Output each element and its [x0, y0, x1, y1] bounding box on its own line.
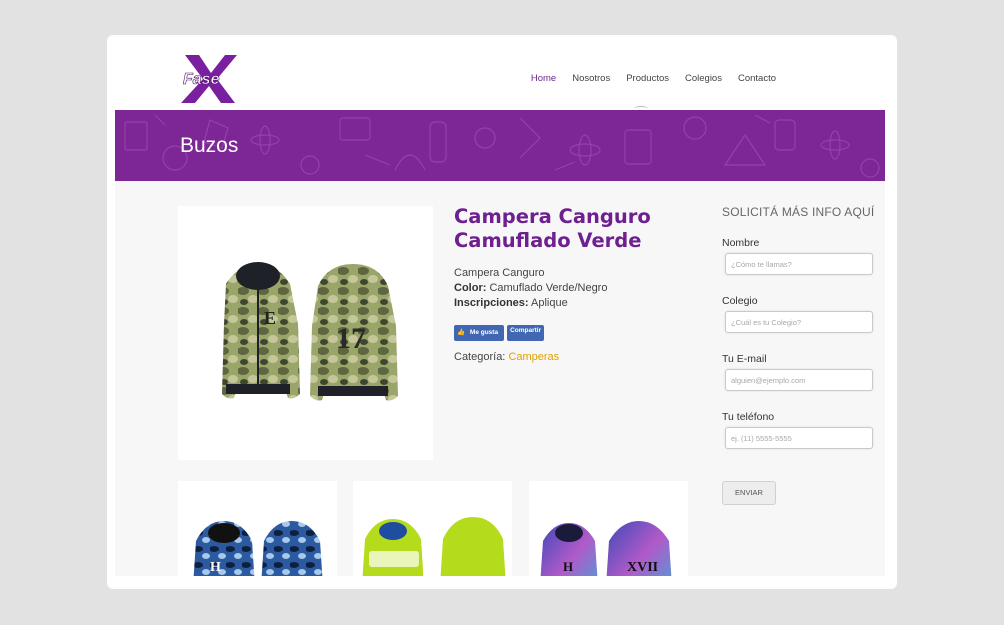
- product-thumbnail-galaxy[interactable]: H XVII: [529, 481, 688, 576]
- email-field[interactable]: [725, 369, 873, 391]
- product-description: Campera Canguro Color: Camuflado Verde/N…: [454, 266, 607, 311]
- nav-item-productos[interactable]: Productos: [626, 73, 669, 84]
- nav-item-colegios[interactable]: Colegios: [685, 73, 722, 84]
- send-button[interactable]: ENVIAR: [722, 481, 776, 505]
- page: Fase Home Nosotros Productos Colegios Co…: [115, 35, 885, 576]
- product-category: Categoría: Camperas: [454, 351, 559, 363]
- svg-text:E: E: [264, 308, 276, 328]
- blue-camo-hoodie-image: H: [193, 521, 323, 576]
- page-banner: Buzos: [115, 110, 885, 181]
- logo-text: Fase: [183, 71, 220, 88]
- site-header: Fase Home Nosotros Productos Colegios Co…: [115, 35, 885, 110]
- galaxy-hoodie-text: XVII: [627, 560, 658, 575]
- product-inscripciones: Inscripciones: Aplique: [454, 296, 607, 311]
- colegio-field[interactable]: [725, 311, 873, 333]
- nav-item-home[interactable]: Home: [531, 73, 556, 84]
- product-thumbnail-blue-camo[interactable]: H: [178, 481, 337, 576]
- product-type: Campera Canguro: [454, 267, 545, 279]
- inscripciones-label: Inscripciones:: [454, 297, 529, 309]
- inscripciones-value: Aplique: [531, 297, 568, 309]
- category-link[interactable]: Camperas: [508, 351, 559, 363]
- facebook-like-button[interactable]: 👍 Me gusta: [454, 325, 505, 341]
- product-thumbnail-lime[interactable]: [353, 481, 512, 576]
- nombre-field[interactable]: [725, 253, 873, 275]
- lime-hoodie-image: [362, 517, 506, 576]
- category-label: Categoría:: [454, 351, 506, 363]
- facebook-share-button[interactable]: Compartir: [507, 325, 545, 341]
- galaxy-hoodie-image: H XVII: [540, 521, 672, 576]
- page-title: Buzos: [180, 134, 239, 157]
- product-main-image[interactable]: E 17: [178, 206, 433, 460]
- svg-text:H: H: [210, 560, 221, 575]
- product-color: Color: Camuflado Verde/Negro: [454, 281, 607, 296]
- nav-item-nosotros[interactable]: Nosotros: [572, 73, 610, 84]
- nav-item-contacto[interactable]: Contacto: [738, 73, 776, 84]
- color-value: Camuflado Verde/Negro: [489, 282, 608, 294]
- form-heading: SOLICITÁ MÁS INFO AQUÍ: [722, 205, 875, 219]
- product-title: Campera Canguro Camuflado Verde: [454, 205, 651, 252]
- main-nav: Home Nosotros Productos Colegios Contact…: [531, 73, 776, 84]
- hoodie-number: 17: [336, 322, 366, 355]
- site-logo[interactable]: Fase: [181, 55, 237, 103]
- telefono-label: Tu teléfono: [722, 411, 775, 423]
- email-label: Tu E-mail: [722, 353, 767, 365]
- like-label: Me gusta: [466, 327, 502, 339]
- telefono-field[interactable]: [725, 427, 873, 449]
- svg-text:H: H: [563, 559, 573, 574]
- browser-frame: Fase Home Nosotros Productos Colegios Co…: [107, 35, 897, 589]
- nombre-label: Nombre: [722, 237, 760, 249]
- facebook-buttons: 👍 Me gusta Compartir: [454, 325, 545, 341]
- colegio-label: Colegio: [722, 295, 758, 307]
- color-label: Color:: [454, 282, 487, 294]
- hoodie-image: E 17: [222, 262, 398, 401]
